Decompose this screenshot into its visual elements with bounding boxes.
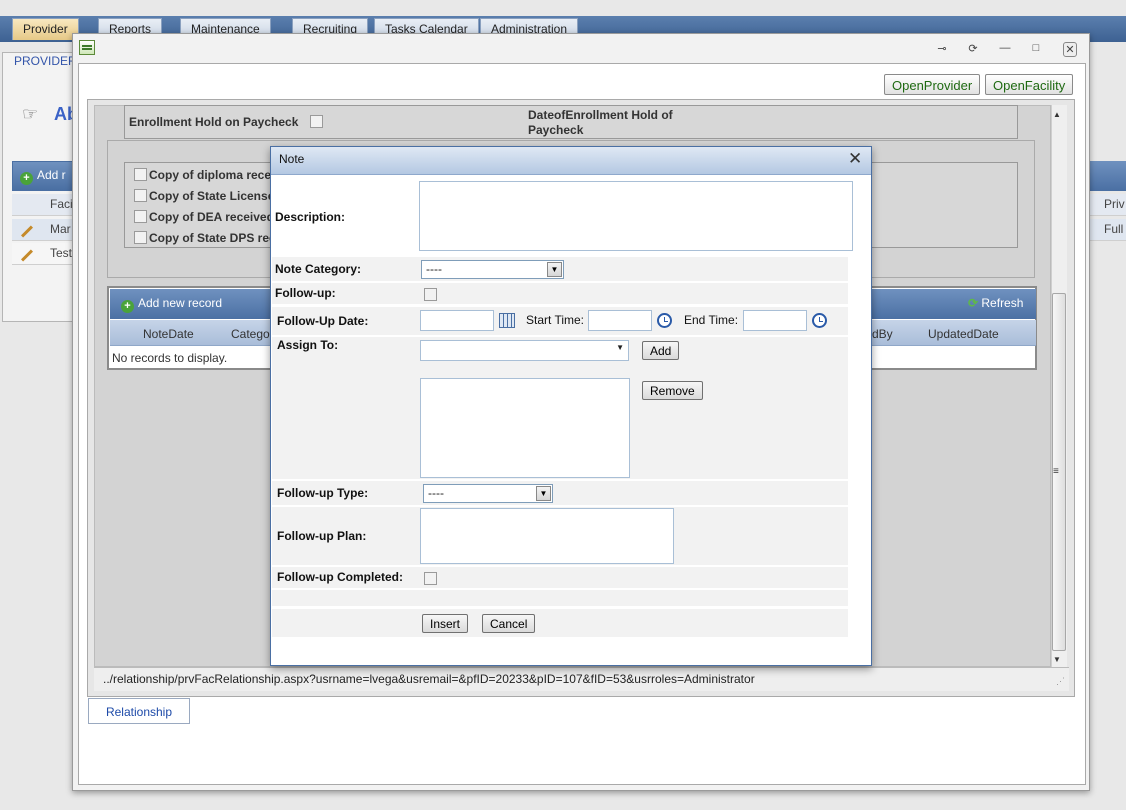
close-icon[interactable]: ✕ bbox=[848, 149, 862, 169]
window-app-icon bbox=[79, 40, 95, 55]
follow-up-date-input[interactable] bbox=[420, 310, 494, 331]
follow-up-type-label: Follow-up Type: bbox=[277, 486, 369, 500]
chevron-down-icon: ▼ bbox=[547, 262, 562, 277]
pointing-hand-icon: ☞ bbox=[22, 104, 39, 124]
follow-up-row bbox=[272, 283, 848, 304]
scroll-up-arrow-icon[interactable]: ▲ bbox=[1053, 110, 1061, 119]
note-dialog-title: Note bbox=[279, 152, 305, 166]
follow-up-date-label: Follow-Up Date: bbox=[277, 314, 369, 328]
cancel-button[interactable]: Cancel bbox=[482, 614, 536, 633]
status-url: ../relationship/prvFacRelationship.aspx?… bbox=[103, 672, 755, 686]
remove-button[interactable]: Remove bbox=[642, 381, 703, 400]
follow-up-plan-label: Follow-up Plan: bbox=[277, 529, 367, 543]
spacer-row bbox=[272, 590, 848, 606]
close-icon[interactable]: ✕ bbox=[1063, 42, 1077, 57]
start-time-input[interactable] bbox=[588, 310, 652, 331]
provider-label: PROVIDER bbox=[14, 54, 77, 68]
plus-icon: + bbox=[20, 172, 33, 185]
end-time-input[interactable] bbox=[743, 310, 807, 331]
assign-to-combobox[interactable]: ▼ bbox=[420, 340, 629, 361]
note-dialog-titlebar[interactable] bbox=[271, 147, 871, 175]
minimize-icon[interactable]: — bbox=[998, 42, 1012, 54]
chevron-down-icon: ▼ bbox=[536, 486, 551, 501]
column-header-notedate[interactable]: NoteDate bbox=[143, 327, 194, 341]
insert-button[interactable]: Insert bbox=[422, 614, 469, 633]
scroll-down-arrow-icon[interactable]: ▼ bbox=[1053, 655, 1061, 664]
follow-up-completed-label: Follow-up Completed: bbox=[277, 570, 403, 584]
tab-relationship[interactable]: Relationship bbox=[88, 698, 190, 724]
follow-up-label: Follow-up: bbox=[275, 286, 336, 300]
open-facility-button[interactable]: OpenFacility bbox=[985, 74, 1074, 95]
add-button[interactable]: Add bbox=[642, 341, 680, 360]
plus-icon: + bbox=[121, 300, 134, 313]
open-provider-button[interactable]: OpenProvider bbox=[884, 74, 981, 95]
copy-diploma-checkbox[interactable] bbox=[134, 168, 147, 181]
action-row bbox=[272, 609, 848, 637]
calendar-icon[interactable] bbox=[499, 313, 515, 328]
end-time-label: End Time: bbox=[684, 313, 739, 327]
date-enrollment-hold-label: DateofEnrollment Hold of Paycheck bbox=[528, 108, 673, 137]
refresh-icon: ⟳ bbox=[968, 296, 982, 310]
add-new-record-button[interactable]: + Add new record bbox=[121, 296, 222, 313]
clock-icon[interactable] bbox=[657, 313, 672, 328]
reload-icon[interactable]: ⟳ bbox=[966, 42, 980, 55]
copy-state-license-item[interactable]: Copy of State License bbox=[134, 189, 274, 203]
note-category-select[interactable]: ---- ▼ bbox=[421, 260, 564, 279]
follow-up-checkbox[interactable] bbox=[424, 288, 437, 301]
clock-icon[interactable] bbox=[812, 313, 827, 328]
copy-dea-item[interactable]: Copy of DEA received bbox=[134, 210, 274, 224]
table-cell-right: Full bbox=[1090, 219, 1126, 241]
enrollment-hold-checkbox[interactable] bbox=[310, 115, 323, 128]
description-label: Description: bbox=[275, 210, 346, 224]
chevron-down-icon: ▼ bbox=[616, 343, 624, 352]
copy-state-dps-checkbox[interactable] bbox=[134, 231, 147, 244]
enrollment-hold-label: Enrollment Hold on Paycheck bbox=[129, 115, 299, 129]
column-header-category[interactable]: Catego bbox=[231, 327, 270, 341]
column-header-updatedby[interactable]: dBy bbox=[872, 327, 893, 341]
assign-to-label: Assign To: bbox=[277, 338, 339, 352]
description-textarea[interactable] bbox=[419, 181, 853, 251]
background-add-record[interactable]: + Add r bbox=[20, 168, 66, 185]
background-grid-header-right bbox=[1090, 161, 1126, 191]
follow-up-type-select[interactable]: ---- ▼ bbox=[423, 484, 553, 503]
no-records-message: No records to display. bbox=[112, 351, 228, 365]
follow-up-plan-textarea[interactable] bbox=[420, 508, 674, 564]
copy-dea-checkbox[interactable] bbox=[134, 210, 147, 223]
tab-provider[interactable]: Provider bbox=[12, 18, 79, 40]
follow-up-completed-checkbox[interactable] bbox=[424, 572, 437, 585]
scroll-grip-icon: ≡ bbox=[1053, 466, 1059, 477]
copy-state-license-checkbox[interactable] bbox=[134, 189, 147, 202]
copy-diploma-item[interactable]: Copy of diploma recei bbox=[134, 168, 274, 182]
background-column-header-right: Priv bbox=[1090, 194, 1126, 216]
note-category-label: Note Category: bbox=[275, 262, 362, 276]
maximize-icon[interactable]: □ bbox=[1029, 42, 1043, 54]
refresh-button[interactable]: ⟳ Refresh bbox=[968, 296, 1023, 310]
column-header-updateddate[interactable]: UpdatedDate bbox=[928, 327, 999, 341]
start-time-label: Start Time: bbox=[526, 313, 585, 327]
copy-state-dps-item[interactable]: Copy of State DPS rec bbox=[134, 231, 276, 245]
pin-icon[interactable]: ⊸ bbox=[935, 42, 949, 55]
resize-grip-icon[interactable]: ⋰ bbox=[1056, 676, 1065, 687]
assignee-listbox[interactable] bbox=[420, 378, 630, 478]
